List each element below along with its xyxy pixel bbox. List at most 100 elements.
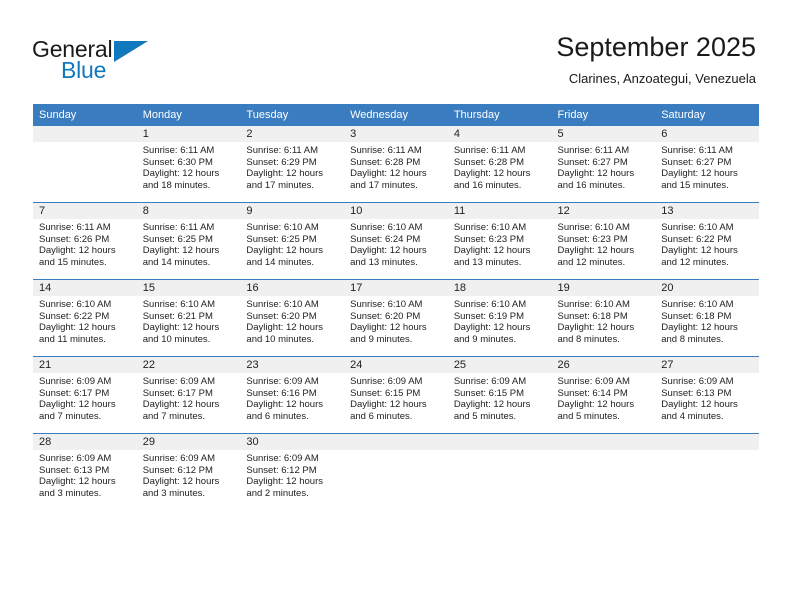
calendar-day-cell[interactable]: 10 Sunrise: 6:10 AM Sunset: 6:24 PM Dayligh… <box>344 202 448 280</box>
day-details: Sunrise: 6:10 AM Sunset: 6:22 PM Daylight:… <box>33 296 137 345</box>
day-cell[interactable]: 12 Sunrise: 6:10 AM Sunset: 6:23 PM Dayligh… <box>551 203 656 279</box>
calendar-day-cell[interactable]: 8 Sunrise: 6:11 AM Sunset: 6:25 PM Daylight… <box>136 202 241 280</box>
calendar-day-cell[interactable] <box>655 433 759 510</box>
day-cell[interactable]: 24 Sunrise: 6:09 AM Sunset: 6:15 PM Dayligh… <box>344 357 448 433</box>
calendar-day-cell[interactable]: 12 Sunrise: 6:10 AM Sunset: 6:23 PM Dayligh… <box>551 202 656 280</box>
day-cell[interactable]: 20 Sunrise: 6:10 AM Sunset: 6:18 PM Dayligh… <box>655 280 759 356</box>
calendar-day-cell[interactable]: 22 Sunrise: 6:09 AM Sunset: 6:17 PM Dayligh… <box>136 356 241 434</box>
day-cell[interactable]: 19 Sunrise: 6:10 AM Sunset: 6:18 PM Dayligh… <box>551 280 656 356</box>
day-cell[interactable]: 6 Sunrise: 6:11 AM Sunset: 6:27 PM Daylight… <box>655 126 759 202</box>
calendar-day-cell[interactable]: 14 Sunrise: 6:10 AM Sunset: 6:22 PM Dayligh… <box>33 279 137 357</box>
daylight-text-line1: Daylight: 12 hours <box>39 245 116 257</box>
day-number: 28 <box>33 434 137 450</box>
sunset-text: Sunset: 6:14 PM <box>557 387 628 399</box>
calendar-day-cell[interactable]: 15 Sunrise: 6:10 AM Sunset: 6:21 PM Dayligh… <box>136 279 241 357</box>
day-cell[interactable]: 26 Sunrise: 6:09 AM Sunset: 6:14 PM Dayligh… <box>551 357 656 433</box>
calendar-day-cell[interactable]: 4 Sunrise: 6:11 AM Sunset: 6:28 PM Daylight… <box>447 126 552 203</box>
day-cell[interactable]: 10 Sunrise: 6:10 AM Sunset: 6:24 PM Dayligh… <box>344 203 448 279</box>
day-cell[interactable]: 28 Sunrise: 6:09 AM Sunset: 6:13 PM Dayligh… <box>33 434 137 510</box>
sunset-text: Sunset: 6:22 PM <box>661 233 732 245</box>
calendar-day-cell[interactable]: 13 Sunrise: 6:10 AM Sunset: 6:22 PM Dayligh… <box>655 202 759 280</box>
day-cell[interactable]: 21 Sunrise: 6:09 AM Sunset: 6:17 PM Dayligh… <box>33 357 137 433</box>
daylight-text-line1: Daylight: 12 hours <box>453 245 531 257</box>
daylight-text-line2: and 12 minutes. <box>661 256 729 268</box>
day-cell[interactable]: 29 Sunrise: 6:09 AM Sunset: 6:12 PM Dayligh… <box>136 434 241 510</box>
day-details: Sunrise: 6:10 AM Sunset: 6:20 PM Daylight:… <box>344 296 448 345</box>
day-cell[interactable]: 15 Sunrise: 6:10 AM Sunset: 6:21 PM Dayligh… <box>136 280 241 356</box>
day-cell[interactable]: 17 Sunrise: 6:10 AM Sunset: 6:20 PM Dayligh… <box>344 280 448 356</box>
sunset-text: Sunset: 6:13 PM <box>661 387 732 399</box>
calendar-day-cell[interactable]: 23 Sunrise: 6:09 AM Sunset: 6:16 PM Dayligh… <box>240 356 345 434</box>
day-cell[interactable]: 5 Sunrise: 6:11 AM Sunset: 6:27 PM Daylight… <box>551 126 656 202</box>
day-cell[interactable]: 3 Sunrise: 6:11 AM Sunset: 6:28 PM Daylight… <box>344 126 448 202</box>
page-header: General Blue September 2025 Clarines, An… <box>0 0 792 104</box>
calendar-day-cell[interactable]: 24 Sunrise: 6:09 AM Sunset: 6:15 PM Dayligh… <box>344 356 448 434</box>
calendar-day-cell[interactable]: 26 Sunrise: 6:09 AM Sunset: 6:14 PM Dayligh… <box>551 356 656 434</box>
day-number <box>344 434 448 450</box>
calendar-day-cell[interactable] <box>447 433 552 510</box>
calendar-day-cell[interactable]: 20 Sunrise: 6:10 AM Sunset: 6:18 PM Dayligh… <box>655 279 759 357</box>
day-cell[interactable]: 25 Sunrise: 6:09 AM Sunset: 6:15 PM Dayligh… <box>447 357 552 433</box>
day-cell[interactable]: 4 Sunrise: 6:11 AM Sunset: 6:28 PM Daylight… <box>447 126 552 202</box>
brand-logo[interactable]: General Blue <box>32 36 232 86</box>
daylight-text-line1: Daylight: 12 hours <box>142 476 220 488</box>
day-cell[interactable]: 14 Sunrise: 6:10 AM Sunset: 6:22 PM Dayligh… <box>33 280 137 356</box>
calendar-day-cell[interactable]: 6 Sunrise: 6:11 AM Sunset: 6:27 PM Daylight… <box>655 126 759 203</box>
day-cell[interactable]: 13 Sunrise: 6:10 AM Sunset: 6:22 PM Dayligh… <box>655 203 759 279</box>
calendar-day-cell[interactable]: 5 Sunrise: 6:11 AM Sunset: 6:27 PM Daylight… <box>551 126 656 203</box>
calendar-day-cell[interactable]: 16 Sunrise: 6:10 AM Sunset: 6:20 PM Dayligh… <box>240 279 345 357</box>
calendar-day-cell[interactable] <box>551 433 656 510</box>
day-number: 30 <box>240 434 345 450</box>
day-details: Sunrise: 6:11 AM Sunset: 6:29 PM Daylight:… <box>240 142 344 191</box>
day-number: 1 <box>136 126 241 142</box>
sunrise-text: Sunrise: 6:10 AM <box>39 299 112 310</box>
day-cell[interactable]: 16 Sunrise: 6:10 AM Sunset: 6:20 PM Dayligh… <box>240 280 345 356</box>
calendar-day-cell[interactable]: 25 Sunrise: 6:09 AM Sunset: 6:15 PM Dayligh… <box>447 356 552 434</box>
daylight-text-line2: and 3 minutes. <box>39 487 102 499</box>
calendar-day-cell[interactable]: 3 Sunrise: 6:11 AM Sunset: 6:28 PM Daylight… <box>344 126 448 203</box>
calendar-day-cell[interactable]: 27 Sunrise: 6:09 AM Sunset: 6:13 PM Dayligh… <box>655 356 759 434</box>
day-cell-empty <box>655 434 759 510</box>
day-cell[interactable]: 23 Sunrise: 6:09 AM Sunset: 6:16 PM Dayligh… <box>240 357 345 433</box>
daylight-text-line1: Daylight: 12 hours <box>39 399 116 411</box>
day-number <box>551 434 656 450</box>
calendar-day-cell[interactable]: 29 Sunrise: 6:09 AM Sunset: 6:12 PM Dayligh… <box>136 433 241 510</box>
weekday-header-saturday: Saturday <box>655 104 759 126</box>
sunrise-text: Sunrise: 6:10 AM <box>557 222 630 233</box>
calendar-day-cell[interactable]: 30 Sunrise: 6:09 AM Sunset: 6:12 PM Dayligh… <box>240 433 345 510</box>
daylight-text-line1: Daylight: 12 hours <box>142 168 220 180</box>
calendar-day-cell[interactable]: 2 Sunrise: 6:11 AM Sunset: 6:29 PM Daylight… <box>240 126 345 203</box>
calendar-day-cell[interactable]: 21 Sunrise: 6:09 AM Sunset: 6:17 PM Dayligh… <box>33 356 137 434</box>
day-cell[interactable]: 27 Sunrise: 6:09 AM Sunset: 6:13 PM Dayligh… <box>655 357 759 433</box>
day-details: Sunrise: 6:09 AM Sunset: 6:15 PM Daylight:… <box>344 373 448 422</box>
calendar-day-cell[interactable]: 19 Sunrise: 6:10 AM Sunset: 6:18 PM Dayligh… <box>551 279 656 357</box>
day-number: 15 <box>136 280 241 296</box>
calendar-day-cell[interactable] <box>33 126 137 203</box>
day-details: Sunrise: 6:11 AM Sunset: 6:28 PM Daylight:… <box>448 142 552 191</box>
calendar-day-cell[interactable]: 7 Sunrise: 6:11 AM Sunset: 6:26 PM Daylight… <box>33 202 137 280</box>
weekday-header-monday: Monday <box>136 104 241 126</box>
calendar-day-cell[interactable]: 17 Sunrise: 6:10 AM Sunset: 6:20 PM Dayligh… <box>344 279 448 357</box>
calendar-day-cell[interactable]: 1 Sunrise: 6:11 AM Sunset: 6:30 PM Daylight… <box>136 126 241 203</box>
calendar-day-cell[interactable]: 11 Sunrise: 6:10 AM Sunset: 6:23 PM Dayligh… <box>447 202 552 280</box>
day-cell[interactable]: 9 Sunrise: 6:10 AM Sunset: 6:25 PM Daylight… <box>240 203 345 279</box>
day-cell[interactable]: 18 Sunrise: 6:10 AM Sunset: 6:19 PM Dayligh… <box>447 280 552 356</box>
day-cell[interactable]: 30 Sunrise: 6:09 AM Sunset: 6:12 PM Dayligh… <box>240 434 345 510</box>
calendar-day-cell[interactable]: 28 Sunrise: 6:09 AM Sunset: 6:13 PM Dayligh… <box>33 433 137 510</box>
day-cell[interactable]: 7 Sunrise: 6:11 AM Sunset: 6:26 PM Daylight… <box>33 203 137 279</box>
day-cell[interactable]: 22 Sunrise: 6:09 AM Sunset: 6:17 PM Dayligh… <box>136 357 241 433</box>
daylight-text-line1: Daylight: 12 hours <box>453 399 531 411</box>
daylight-text-line2: and 15 minutes. <box>661 179 729 191</box>
day-cell[interactable]: 1 Sunrise: 6:11 AM Sunset: 6:30 PM Daylight… <box>136 126 241 202</box>
day-cell[interactable]: 2 Sunrise: 6:11 AM Sunset: 6:29 PM Daylight… <box>240 126 345 202</box>
day-cell[interactable]: 11 Sunrise: 6:10 AM Sunset: 6:23 PM Dayligh… <box>447 203 552 279</box>
day-details: Sunrise: 6:09 AM Sunset: 6:14 PM Daylight:… <box>552 373 656 422</box>
calendar-day-cell[interactable]: 9 Sunrise: 6:10 AM Sunset: 6:25 PM Daylight… <box>240 202 345 280</box>
day-number: 8 <box>136 203 241 219</box>
day-number: 5 <box>551 126 656 142</box>
calendar-day-cell[interactable]: 18 Sunrise: 6:10 AM Sunset: 6:19 PM Dayligh… <box>447 279 552 357</box>
daylight-text-line2: and 10 minutes. <box>142 333 211 345</box>
day-cell[interactable]: 8 Sunrise: 6:11 AM Sunset: 6:25 PM Daylight… <box>136 203 241 279</box>
sunset-text: Sunset: 6:19 PM <box>453 310 525 322</box>
calendar-day-cell[interactable] <box>344 433 448 510</box>
